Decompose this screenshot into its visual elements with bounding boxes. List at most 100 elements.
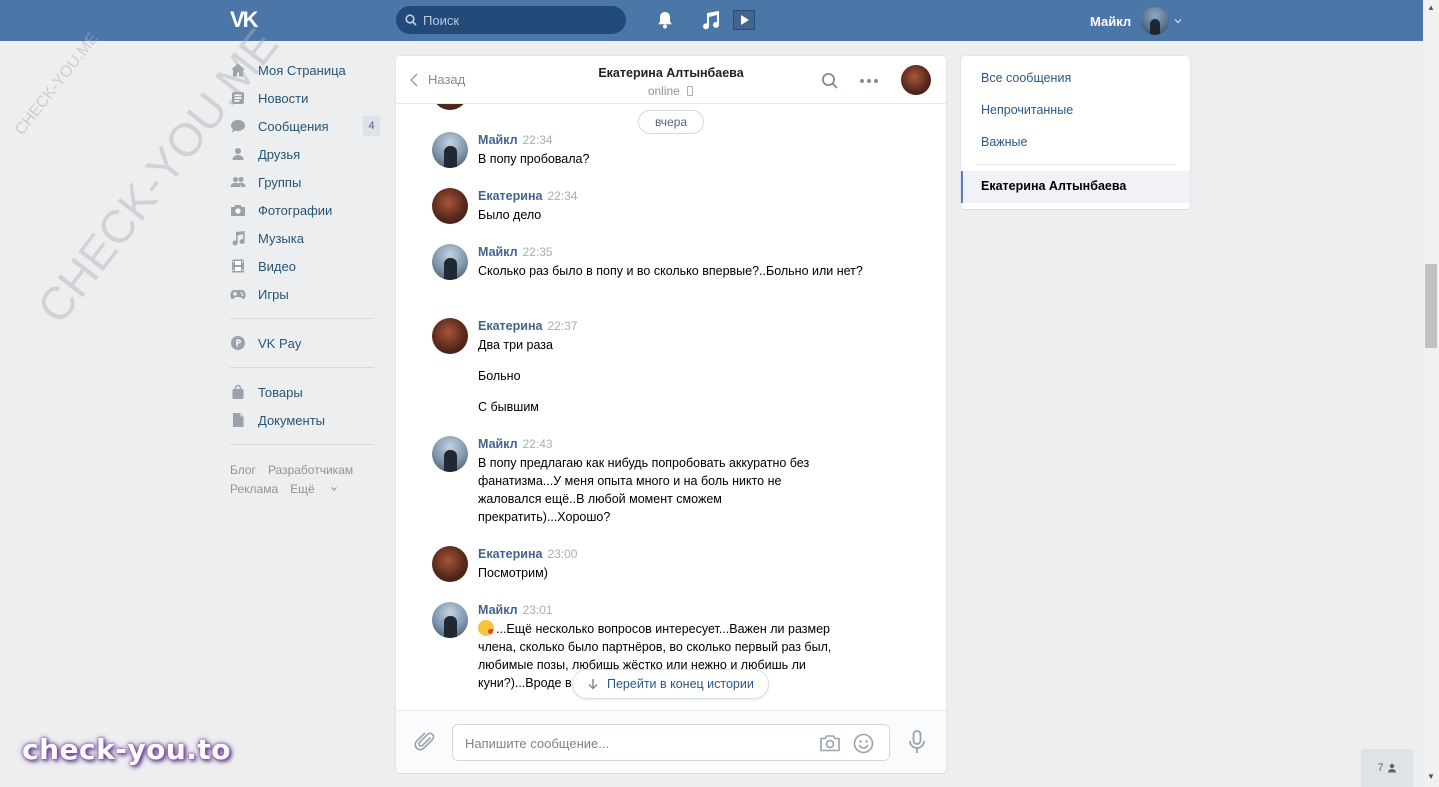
camera-icon[interactable] [819, 734, 841, 752]
footer-links: Блог Разработчикам Реклама Ещё [230, 461, 380, 499]
message-author[interactable]: Майкл [478, 437, 518, 451]
scroll-up-arrow-icon[interactable]: ▲ [1427, 3, 1435, 12]
filter-all-messages[interactable]: Все сообщения [981, 71, 1071, 85]
scroll-down-arrow-icon[interactable]: ▼ [1427, 772, 1435, 781]
avatar[interactable] [432, 318, 468, 354]
avatar [432, 104, 468, 110]
home-icon [230, 62, 246, 78]
groups-icon [230, 174, 246, 190]
sidebar-item-video[interactable]: Видео [230, 252, 380, 280]
footer-developers-link[interactable]: Разработчикам [268, 463, 353, 477]
sidebar-item-messages[interactable]: Сообщения 4 [230, 112, 380, 140]
divider [230, 318, 374, 319]
jump-to-end-label: Перейти в конец истории [607, 677, 754, 691]
footer-blog-link[interactable]: Блог [230, 463, 256, 477]
date-divider[interactable]: вчера [638, 110, 704, 134]
message-composer [396, 710, 946, 773]
camera-icon [230, 202, 246, 218]
message-input-box[interactable] [452, 724, 890, 761]
sidebar-item-my-page[interactable]: Моя Страница [230, 56, 380, 84]
sidebar-item-label: VK Pay [258, 335, 302, 351]
sidebar-item-photos[interactable]: Фотографии [230, 196, 380, 224]
avatar[interactable] [432, 602, 468, 638]
music-icon [230, 230, 246, 246]
sidebar-item-label: Игры [258, 286, 289, 302]
message-text: Было дело [478, 208, 542, 222]
message-author[interactable]: Екатерина [478, 319, 542, 333]
sidebar-item-music[interactable]: Музыка [230, 224, 380, 252]
chat-status: online [396, 84, 946, 98]
filter-unread[interactable]: Непрочитанные [981, 103, 1073, 117]
message-input[interactable] [465, 733, 805, 753]
message-text: В попу предлагаю как нибудь попробовать … [478, 456, 810, 524]
avatar[interactable] [432, 546, 468, 582]
active-conversation-label: Екатерина Алтынбаева [981, 179, 1127, 193]
message-author[interactable]: Майкл [478, 245, 518, 259]
active-conversation-item[interactable]: Екатерина Алтынбаева [961, 171, 1190, 203]
message-time: 22:35 [522, 245, 553, 259]
online-friends-widget[interactable]: 7 [1361, 749, 1413, 787]
avatar[interactable] [432, 188, 468, 224]
smile-icon[interactable] [853, 733, 874, 754]
sidebar-item-label: Музыка [258, 230, 304, 246]
diagonal-watermark-small: CHECK-YOU.ME [12, 29, 103, 139]
divider [976, 164, 1175, 165]
gamepad-icon [230, 286, 246, 302]
chat-header: Назад Екатерина Алтынбаева online [396, 56, 946, 104]
chevron-down-icon [331, 487, 337, 491]
message-time: 23:00 [547, 547, 578, 561]
microphone-icon[interactable] [908, 730, 926, 754]
message-time: 22:34 [547, 189, 578, 203]
message-text: Больно [478, 369, 521, 383]
sidebar-item-friends[interactable]: Друзья [230, 140, 380, 168]
jump-to-end-button[interactable]: Перейти в конец истории [572, 669, 769, 699]
user-menu[interactable]: Майкл [1090, 7, 1183, 35]
message-author[interactable]: Екатерина [478, 547, 542, 561]
sidebar-item-label: Группы [258, 174, 302, 190]
vk-logo[interactable]: VK [230, 9, 264, 31]
avatar[interactable] [432, 244, 468, 280]
footer-more-link[interactable]: Ещё [290, 482, 338, 496]
footer-ads-link[interactable]: Реклама [230, 482, 278, 496]
sidebar-item-label: Товары [258, 384, 303, 400]
kiss-emoji-icon [478, 620, 494, 636]
sidebar-item-label: Новости [258, 90, 309, 106]
sidebar-item-vkpay[interactable]: VK Pay [230, 329, 380, 357]
messages-icon [230, 118, 246, 134]
chat-partner-avatar[interactable] [901, 65, 931, 95]
search-icon[interactable] [821, 72, 839, 90]
message-author[interactable]: Майкл [478, 133, 518, 147]
bell-icon[interactable] [654, 10, 676, 30]
search-icon [405, 14, 417, 26]
brand-watermark: check-you.to [22, 733, 232, 766]
chat-panel: Назад Екатерина Алтынбаева online вчера … [396, 56, 946, 773]
sidebar-item-goods[interactable]: Товары [230, 378, 380, 406]
music-icon[interactable] [699, 10, 721, 30]
messages-filter-panel: Все сообщения Непрочитанные Важные Екате… [961, 56, 1190, 209]
sidebar-item-label: Сообщения [258, 118, 329, 134]
more-icon[interactable] [859, 78, 879, 84]
video-play-icon[interactable] [733, 10, 755, 30]
message-history[interactable]: вчера Майкл 22:34 В попу пробовала? Екате… [396, 104, 946, 710]
paperclip-icon[interactable] [414, 731, 436, 753]
sidebar-item-games[interactable]: Игры [230, 280, 380, 308]
search-box[interactable] [396, 6, 626, 34]
user-avatar [1141, 7, 1170, 35]
message-author[interactable]: Майкл [478, 603, 518, 617]
message-text: В попу пробовала? [478, 152, 590, 166]
avatar[interactable] [432, 132, 468, 168]
message-text: Сколько раз было в попу и во сколько впе… [478, 264, 863, 278]
sidebar-item-groups[interactable]: Группы [230, 168, 380, 196]
avatar[interactable] [432, 436, 468, 472]
sidebar-item-documents[interactable]: Документы [230, 406, 380, 434]
footer-more-label: Ещё [290, 482, 315, 496]
message-time: 22:43 [522, 437, 553, 451]
page-scrollbar[interactable]: ▲ ▼ [1423, 0, 1439, 787]
search-input[interactable] [423, 10, 618, 30]
unread-badge: 4 [363, 116, 380, 136]
sidebar-item-news[interactable]: Новости [230, 84, 380, 112]
scroll-thumb[interactable] [1425, 264, 1437, 348]
filter-important[interactable]: Важные [981, 135, 1028, 149]
message-author[interactable]: Екатерина [478, 189, 542, 203]
vkpay-icon [230, 335, 246, 351]
